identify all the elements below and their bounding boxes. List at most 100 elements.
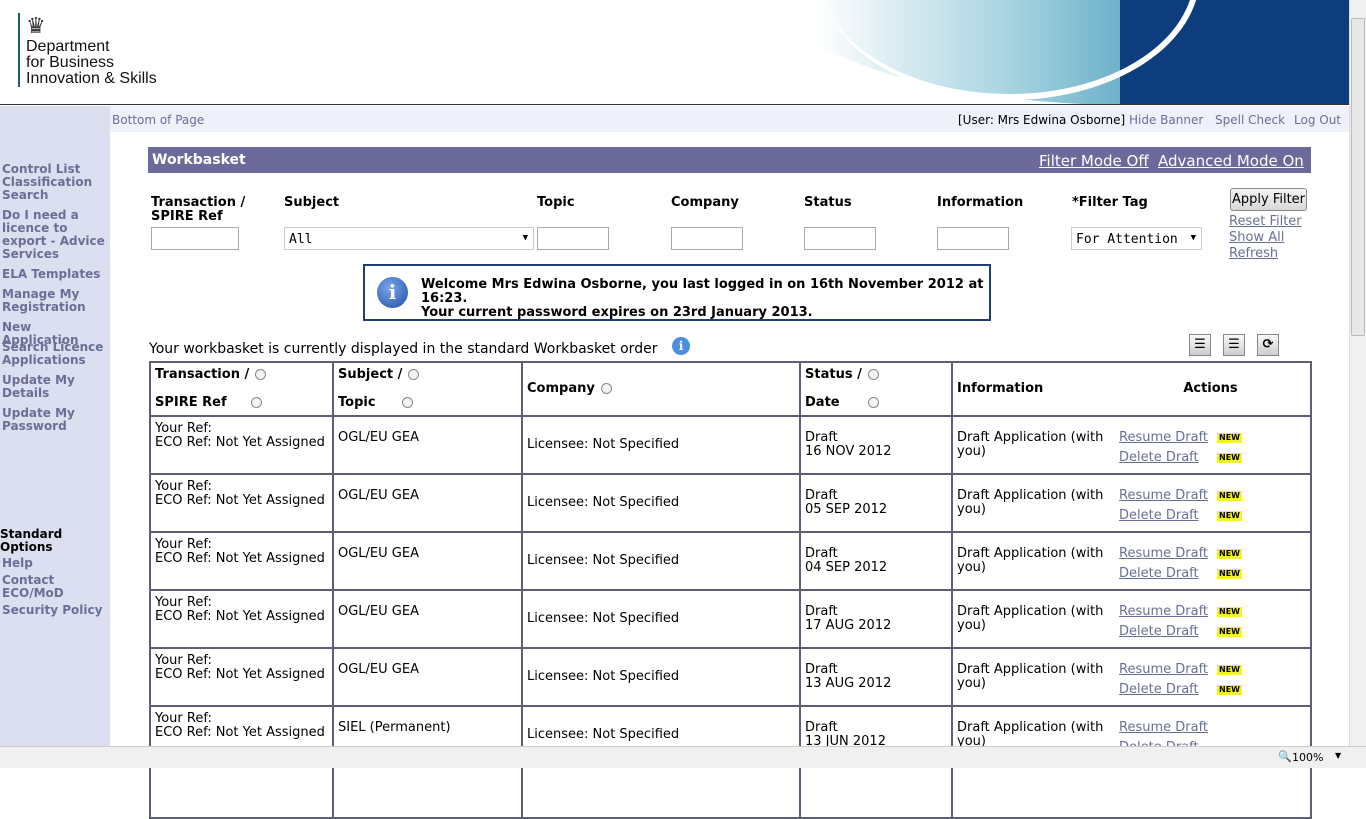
top-bar: Bottom of Page [User: Mrs Edwina Osborne…	[110, 106, 1349, 132]
company-cell: Licensee: Not Specified	[521, 473, 801, 533]
header-label: Company	[527, 381, 595, 396]
new-badge: NEW	[1217, 548, 1242, 559]
delete-draft-link[interactable]: Delete Draft	[1119, 622, 1217, 642]
order-text: Your workbasket is currently displayed i…	[149, 341, 658, 357]
company-cell: Licensee: Not Specified	[521, 589, 801, 649]
actions-cell: Resume Draft NEW Delete Draft NEW	[1111, 647, 1312, 707]
subject-select[interactable]: All ▼	[284, 227, 534, 250]
refresh-link[interactable]: Refresh	[1229, 246, 1278, 261]
resume-draft-link[interactable]: Resume Draft	[1119, 428, 1217, 448]
bis-logo: ♛ Department for Business Innovation & S…	[18, 13, 157, 87]
sidebar-item-manage-registration[interactable]: Manage My Registration	[2, 288, 86, 314]
sort-radio[interactable]	[255, 369, 267, 380]
filter-tag-select[interactable]: For Attention ▼	[1071, 227, 1202, 250]
page-title: Workbasket	[152, 152, 246, 168]
sidebar-item-ela-templates[interactable]: ELA Templates	[2, 268, 108, 281]
sidebar-item-security-policy[interactable]: Security Policy	[2, 604, 108, 617]
status: Draft	[805, 662, 838, 677]
delete-draft-link[interactable]: Delete Draft	[1119, 564, 1217, 584]
information-cell: Draft Application (with you)	[951, 473, 1111, 533]
your-ref: Your Ref:	[155, 595, 212, 610]
filter-label-topic: Topic	[537, 195, 575, 210]
delete-draft-link[interactable]: Delete Draft	[1119, 448, 1217, 468]
scroll-thumb[interactable]	[1351, 18, 1365, 336]
sidebar-item-advice[interactable]: Do I need a licence to export - Advice S…	[2, 209, 108, 261]
status-cell: Draft 04 SEP 2012	[799, 531, 953, 591]
topic-filter-input[interactable]	[537, 227, 609, 250]
resume-draft-link[interactable]: Resume Draft	[1119, 602, 1217, 622]
information-cell: Draft Application (with you)	[951, 647, 1111, 707]
eco-ref: ECO Ref: Not Yet Assigned	[155, 435, 325, 450]
information-filter-input[interactable]	[937, 227, 1009, 250]
status: Draft	[805, 604, 838, 619]
show-all-link[interactable]: Show All	[1229, 230, 1284, 245]
eco-ref: ECO Ref: Not Yet Assigned	[155, 493, 325, 508]
table-row: Your Ref: ECO Ref: Not Yet Assigned OGL/E…	[149, 473, 1312, 533]
col-information: Information	[951, 361, 1111, 417]
delete-draft-link[interactable]: Delete Draft	[1119, 506, 1217, 526]
sidebar-item-search-applications[interactable]: Search Licence Applications	[2, 341, 108, 367]
table-row: Your Ref: ECO Ref: Not Yet Assigned OGL/E…	[149, 647, 1312, 707]
information-cell: Draft Application (with you)	[951, 531, 1111, 591]
reset-filter-link[interactable]: Reset Filter	[1229, 214, 1302, 229]
status-cell	[799, 763, 953, 819]
company-filter-input[interactable]	[671, 227, 743, 250]
new-badge: NEW	[1217, 606, 1242, 617]
filter-label-tag: *Filter Tag	[1072, 195, 1148, 210]
log-out-link[interactable]: Log Out	[1294, 113, 1341, 127]
sort-ascending-icon[interactable]: ☰	[1189, 334, 1211, 356]
chevron-down-icon[interactable]: ▼	[1335, 751, 1341, 760]
zoom-icon[interactable]: 🔍	[1278, 750, 1292, 763]
sort-radio[interactable]	[867, 397, 879, 408]
new-badge: NEW	[1217, 510, 1242, 521]
sort-descending-icon[interactable]: ☰	[1223, 334, 1245, 356]
header-label: Status /	[805, 367, 862, 382]
spell-check-link[interactable]: Spell Check	[1215, 113, 1285, 127]
header-label: Subject /	[338, 367, 403, 382]
dropdown-arrow-icon: ▼	[522, 233, 528, 243]
resume-draft-link[interactable]: Resume Draft	[1119, 486, 1217, 506]
apply-filter-button[interactable]: Apply Filter	[1230, 188, 1307, 211]
sort-radio[interactable]	[600, 383, 612, 394]
sidebar-item-contact[interactable]: Contact ECO/MoD	[2, 574, 72, 600]
status: Draft	[805, 488, 838, 503]
date: 05 SEP 2012	[805, 502, 888, 517]
ref-filter-input[interactable]	[151, 227, 239, 250]
company-cell: Licensee: Not Specified	[521, 415, 801, 475]
resume-draft-link[interactable]: Resume Draft	[1119, 544, 1217, 564]
company-cell: Licensee: Not Specified	[521, 647, 801, 707]
subject-cell: OGL/EU GEA	[332, 531, 523, 591]
actions-cell	[1111, 763, 1312, 819]
information-cell	[951, 763, 1111, 819]
sidebar-item-update-details[interactable]: Update My Details	[2, 374, 77, 400]
sort-radio[interactable]	[250, 397, 262, 408]
filter-mode-link[interactable]: Filter Mode Off	[1039, 152, 1149, 170]
sidebar-item-control-list[interactable]: Control List Classification Search	[2, 163, 108, 202]
zoom-level[interactable]: 100%	[1292, 751, 1323, 764]
resume-draft-link[interactable]: Resume Draft	[1119, 718, 1217, 738]
your-ref: Your Ref:	[155, 479, 212, 494]
status-filter-input[interactable]	[804, 227, 876, 250]
info-icon[interactable]: i	[672, 337, 690, 355]
actions-cell: Resume Draft NEW Delete Draft NEW	[1111, 415, 1312, 475]
welcome-line: Welcome Mrs Edwina Osborne, you last log…	[421, 277, 984, 306]
table-row: Your Ref: ECO Ref: Not Yet Assigned OGL/E…	[149, 531, 1312, 591]
status-cell: Draft 17 AUG 2012	[799, 589, 953, 649]
bottom-of-page-link[interactable]: Bottom of Page	[112, 113, 204, 127]
sidebar-item-help[interactable]: Help	[2, 557, 108, 570]
vertical-scrollbar[interactable]	[1349, 0, 1366, 746]
sort-radio[interactable]	[401, 397, 413, 408]
date: 13 AUG 2012	[805, 676, 892, 691]
subject-cell: OGL/EU GEA	[332, 473, 523, 533]
status: Draft	[805, 546, 838, 561]
sort-radio[interactable]	[408, 369, 420, 380]
sidebar-item-update-password[interactable]: Update My Password	[2, 407, 77, 433]
advanced-mode-link[interactable]: Advanced Mode On	[1158, 152, 1304, 170]
eco-ref: ECO Ref: Not Yet Assigned	[155, 725, 325, 740]
sort-radio[interactable]	[867, 369, 879, 380]
resume-draft-link[interactable]: Resume Draft	[1119, 660, 1217, 680]
refresh-icon[interactable]: ⟳	[1257, 334, 1279, 356]
hide-banner-link[interactable]: Hide Banner	[1129, 113, 1203, 127]
delete-draft-link[interactable]: Delete Draft	[1119, 680, 1217, 700]
ref-cell	[149, 763, 334, 819]
